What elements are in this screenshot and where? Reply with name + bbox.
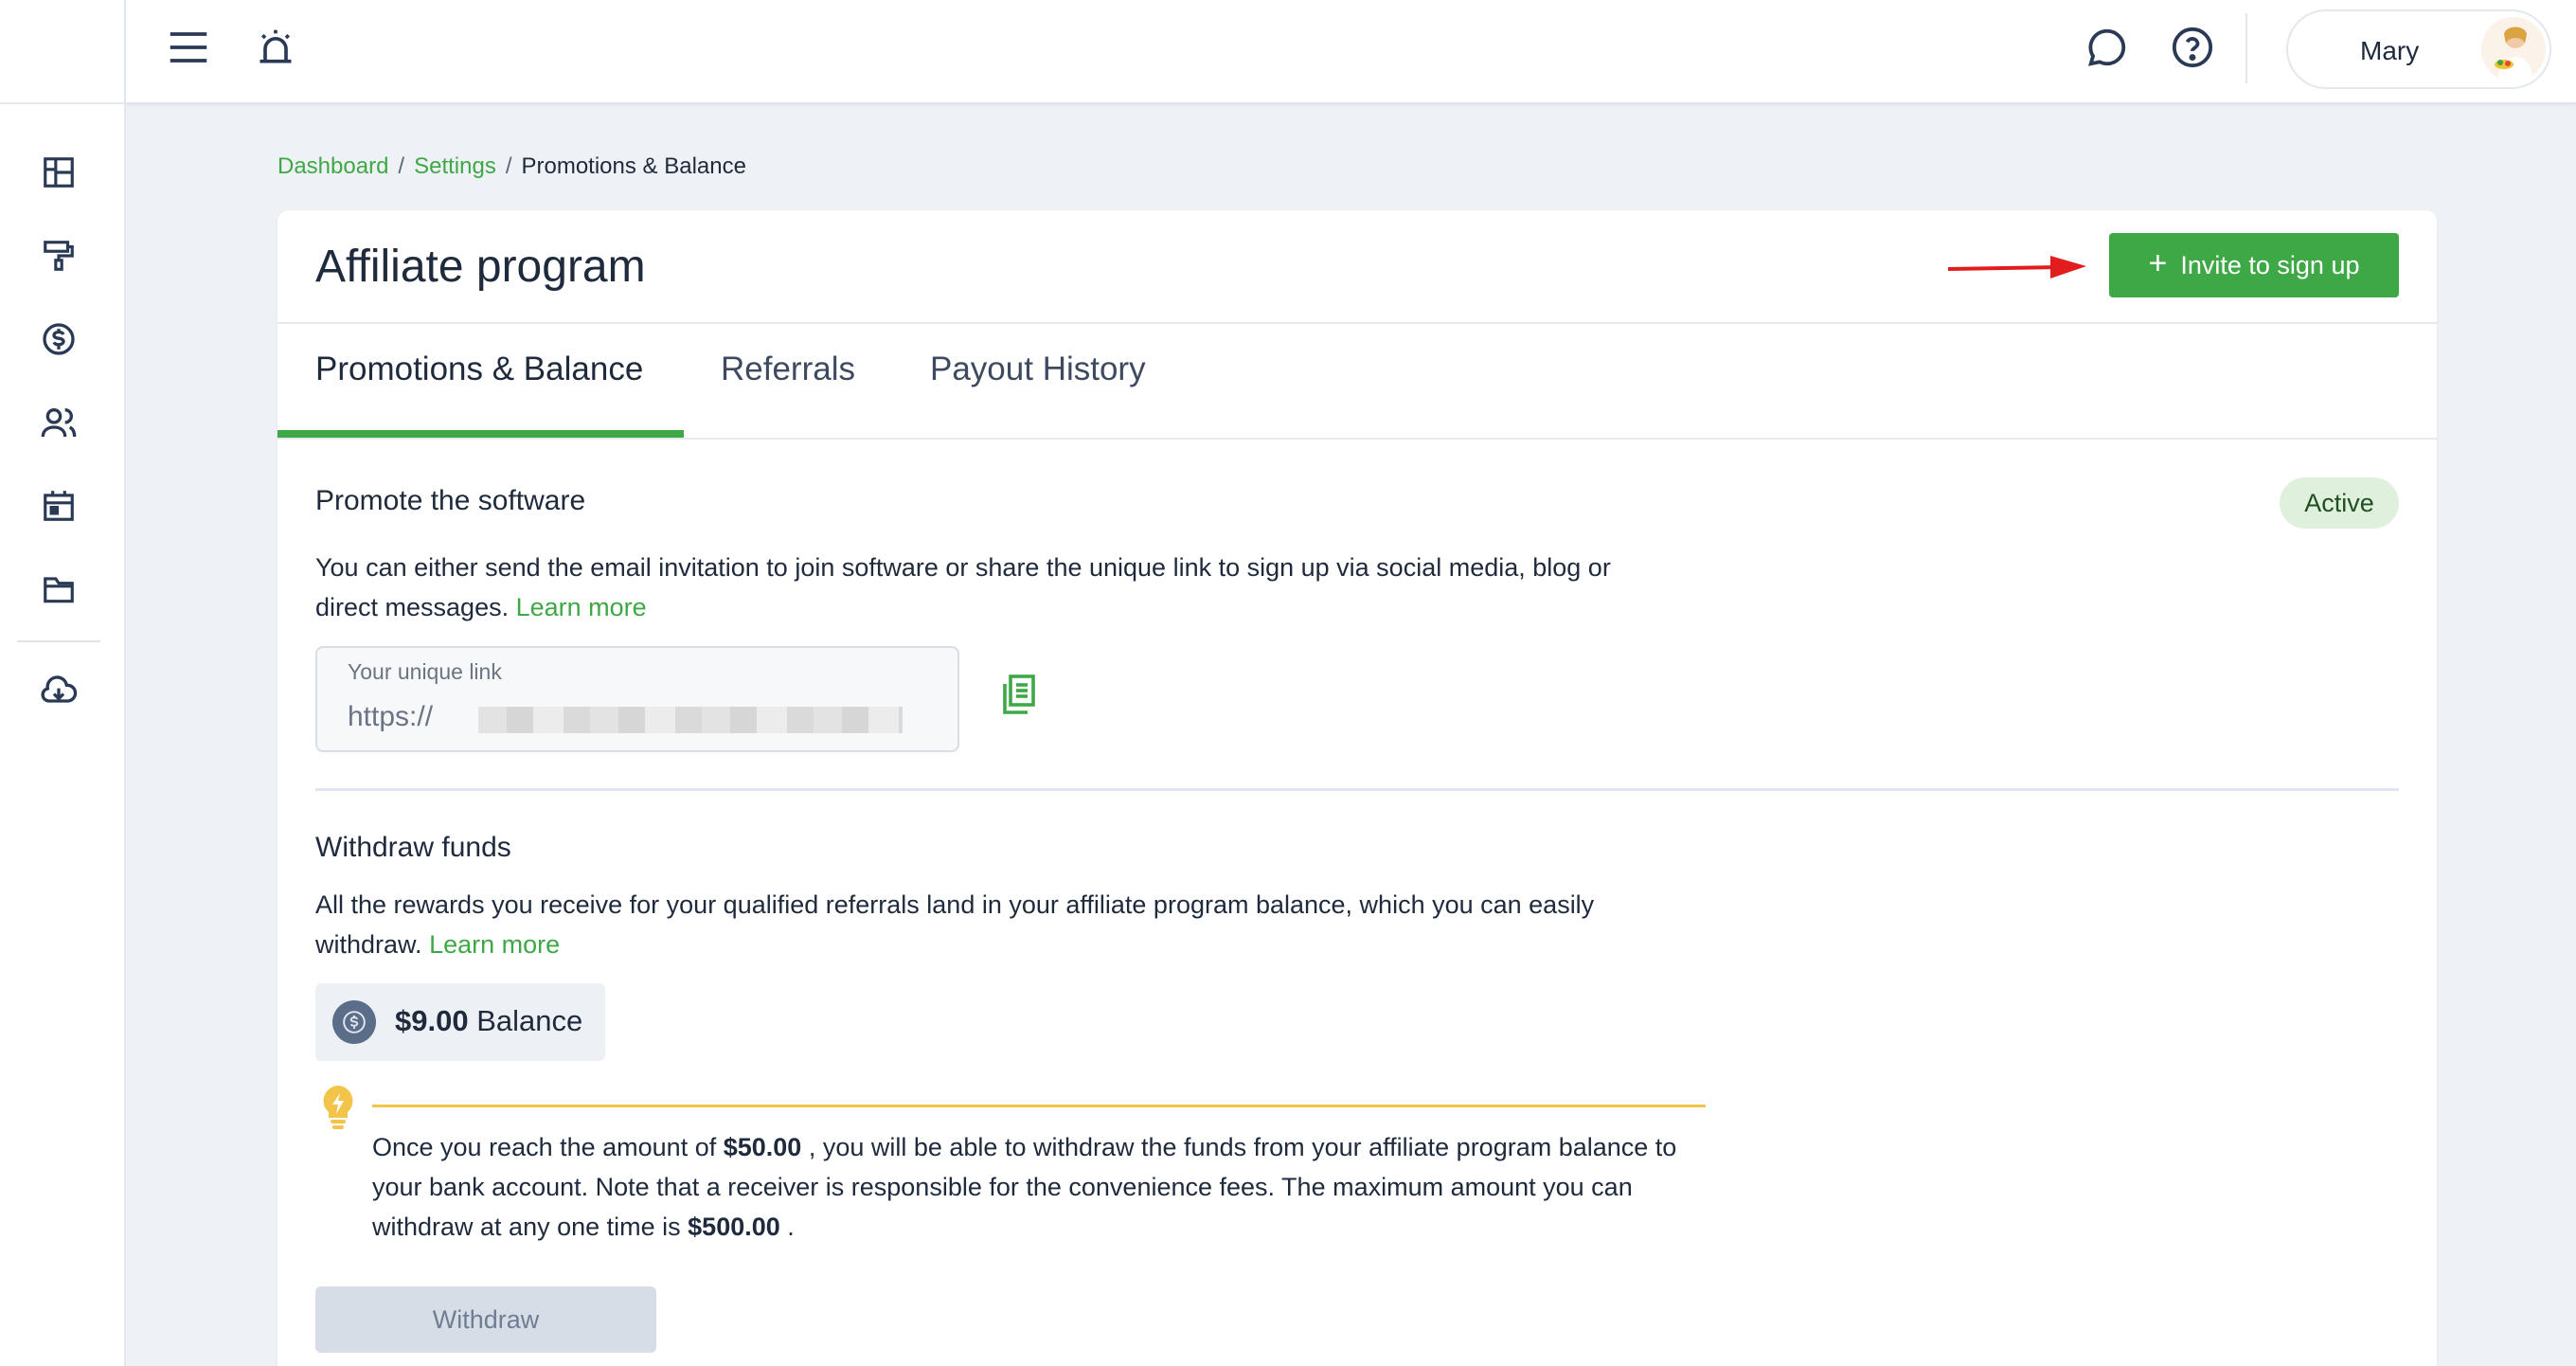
tip-min-amount: $50.00 — [723, 1133, 802, 1161]
withdraw-title: Withdraw funds — [315, 832, 511, 863]
folder-icon[interactable] — [36, 566, 81, 612]
withdraw-description: All the rewards you receive for your qua… — [315, 885, 1679, 964]
withdraw-button[interactable]: Withdraw — [315, 1286, 656, 1353]
users-icon[interactable] — [36, 400, 81, 445]
sidebar-logo-area — [0, 0, 124, 104]
promote-title: Promote the software — [315, 485, 586, 516]
dollar-icon[interactable] — [36, 316, 81, 362]
avatar — [2481, 17, 2546, 81]
calendar-icon[interactable] — [36, 483, 81, 529]
chat-icon[interactable] — [2083, 23, 2132, 72]
balance-chip: $9.00 Balance — [315, 983, 605, 1061]
unique-link-value: https:// — [348, 701, 434, 732]
topbar-separator — [2245, 13, 2247, 83]
affiliate-card: Affiliate program + Invite to sign up Pr… — [277, 210, 2437, 1366]
breadcrumb-settings[interactable]: Settings — [414, 153, 496, 179]
balance-label: Balance — [476, 1004, 583, 1037]
withdraw-learn-more-link[interactable]: Learn more — [429, 930, 560, 959]
help-icon[interactable] — [2168, 23, 2217, 72]
cloud-download-icon[interactable] — [36, 669, 81, 714]
paint-roller-icon[interactable] — [36, 233, 81, 279]
breadcrumb-dashboard[interactable]: Dashboard — [277, 153, 388, 179]
alarm-bell-icon[interactable] — [251, 23, 300, 72]
tip-max-amount: $500.00 — [688, 1213, 780, 1241]
breadcrumb-separator: / — [398, 153, 405, 179]
coin-icon — [332, 1000, 376, 1044]
tab-promotions-balance[interactable]: Promotions & Balance — [315, 350, 643, 388]
user-menu[interactable]: Mary — [2286, 9, 2551, 89]
promote-description-text: You can either send the email invitation… — [315, 553, 1611, 621]
tab-payout-history[interactable]: Payout History — [930, 350, 1146, 388]
balance-value: $9.00 Balance — [395, 1004, 582, 1038]
unique-link-label: Your unique link — [348, 659, 502, 684]
tab-referrals[interactable]: Referrals — [721, 350, 855, 388]
breadcrumb-separator: / — [505, 153, 512, 179]
dashboard-icon[interactable] — [36, 150, 81, 195]
user-name: Mary — [2360, 36, 2420, 65]
topbar: Mary — [126, 0, 2576, 104]
copy-icon[interactable] — [999, 674, 1037, 721]
sidebar — [0, 0, 126, 1366]
promote-learn-more-link[interactable]: Learn more — [516, 593, 647, 621]
sidebar-divider — [17, 640, 100, 642]
invite-button[interactable]: + Invite to sign up — [2109, 233, 2399, 297]
tip-divider — [372, 1105, 1706, 1107]
breadcrumb-current: Promotions & Balance — [521, 153, 746, 179]
tip-text-1: Once you reach the amount of — [372, 1133, 724, 1161]
page-title: Affiliate program — [315, 242, 646, 292]
tip-text-3: . — [779, 1213, 795, 1241]
breadcrumb: Dashboard / Settings / Promotions & Balance — [277, 153, 746, 180]
active-tab-indicator — [277, 430, 684, 438]
unique-link-field[interactable]: Your unique link https:// — [315, 646, 959, 752]
menu-icon[interactable] — [164, 23, 213, 72]
tab-bar: Promotions & Balance Referrals Payout Hi… — [277, 322, 2437, 440]
balance-amount: $9.00 — [395, 1004, 469, 1037]
red-arrow-annotation — [1947, 256, 2086, 279]
lightbulb-icon — [319, 1084, 357, 1134]
promote-description: You can either send the email invitation… — [315, 548, 1679, 627]
invite-button-label: Invite to sign up — [2180, 250, 2360, 279]
withdraw-tip: Once you reach the amount of $50.00 , yo… — [372, 1127, 1726, 1247]
plus-icon: + — [2148, 245, 2168, 281]
status-badge: Active — [2280, 477, 2399, 529]
redacted-link — [478, 707, 903, 733]
section-divider — [315, 788, 2399, 791]
